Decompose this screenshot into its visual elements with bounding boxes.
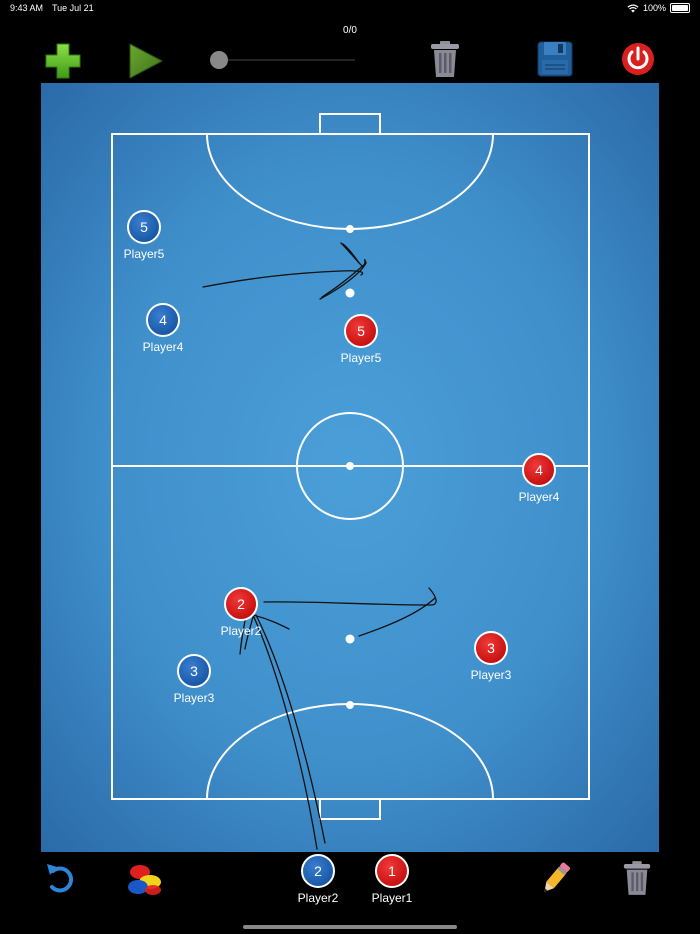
undo-icon [47, 864, 73, 893]
status-bar: 9:43 AM Tue Jul 21 100% [0, 0, 700, 18]
blue-player-token[interactable]: 3 Player3 [139, 654, 249, 705]
color-palette-icon [128, 865, 161, 895]
floppy-disk-icon [537, 41, 573, 77]
plus-icon [45, 43, 81, 79]
status-date: Tue Jul 21 [52, 3, 94, 13]
player-number: 4 [146, 303, 180, 337]
player-label: Player2 [220, 624, 262, 638]
power-button[interactable] [621, 42, 655, 81]
play-button[interactable] [128, 42, 164, 85]
battery-icon [670, 3, 690, 13]
blue-player-token[interactable]: 5 Player5 [89, 210, 199, 261]
trash-icon [623, 861, 651, 895]
delete-frame-button[interactable] [429, 40, 461, 83]
player-number: 3 [474, 631, 508, 665]
power-icon [622, 43, 654, 75]
player-number: 5 [127, 210, 161, 244]
player-label: Player4 [142, 340, 184, 354]
player-number: 2 [224, 587, 258, 621]
delete-drawing-button[interactable] [622, 860, 652, 901]
pencil-icon [544, 862, 570, 892]
player-label: Player4 [518, 490, 560, 504]
slider-track [218, 59, 355, 61]
timeline-slider[interactable] [210, 50, 355, 70]
play-icon [129, 43, 163, 79]
frame-counter: 0/0 [343, 25, 357, 36]
red-player-token[interactable]: 2 Player2 [186, 587, 296, 638]
player-number: 1 [375, 854, 409, 888]
status-right: 100% [627, 3, 690, 13]
red-player-token[interactable]: 4 Player4 [484, 453, 594, 504]
red-player-token[interactable]: 3 Player3 [436, 631, 546, 682]
slider-thumb[interactable] [210, 51, 228, 69]
player-label: Player3 [470, 668, 512, 682]
color-picker-button[interactable] [126, 860, 166, 903]
battery-percent: 100% [642, 3, 666, 13]
player-label: Player5 [340, 351, 382, 365]
red-player-token[interactable]: 5 Player5 [306, 314, 416, 365]
player-number: 4 [522, 453, 556, 487]
player-label: Player5 [123, 247, 165, 261]
home-indicator[interactable] [243, 925, 457, 929]
undo-button[interactable] [44, 861, 80, 902]
blue-player-token[interactable]: 4 Player4 [108, 303, 218, 354]
add-button[interactable] [44, 42, 82, 85]
player-label: Player1 [371, 891, 413, 905]
player-number: 3 [177, 654, 211, 688]
status-time: 9:43 AM [10, 3, 44, 13]
trash-icon [431, 41, 459, 77]
player-label: Player3 [173, 691, 215, 705]
wifi-icon [627, 3, 639, 12]
player-number: 2 [301, 854, 335, 888]
save-button[interactable] [537, 41, 573, 82]
player-number: 5 [344, 314, 378, 348]
pencil-button[interactable] [538, 859, 574, 902]
red-player-token[interactable]: 1 Player1 [337, 854, 447, 905]
